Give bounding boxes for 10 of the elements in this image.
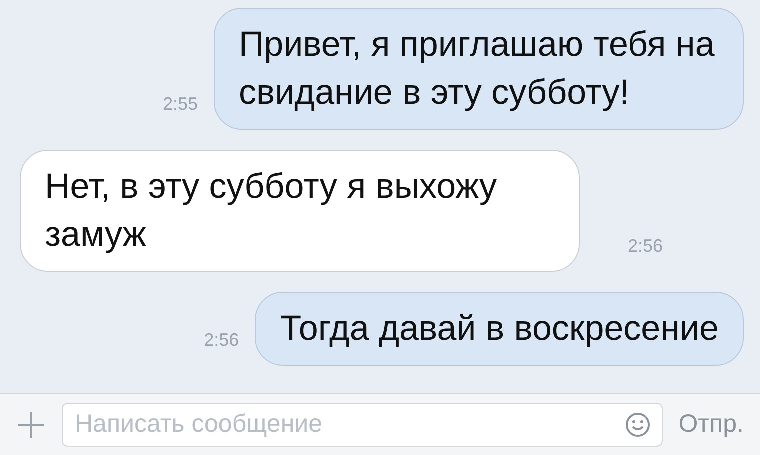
message-time: 2:56 (204, 329, 240, 352)
message-time: 2:56 (628, 235, 664, 258)
message-input[interactable]: Написать сообщение (62, 402, 663, 446)
smiley-icon[interactable] (624, 412, 651, 438)
send-button[interactable]: Отпр. (678, 406, 744, 444)
message-time: 2:55 (162, 93, 198, 116)
message-bubble: Привет, я приглашаю тебя на свидание в эту субботу! (214, 8, 744, 130)
message-bubble: Нет, в эту субботу я выхожу замуж (20, 150, 580, 272)
plus-icon[interactable] (16, 410, 46, 440)
message-bubble: Тогда давай в воскресение (255, 292, 744, 366)
